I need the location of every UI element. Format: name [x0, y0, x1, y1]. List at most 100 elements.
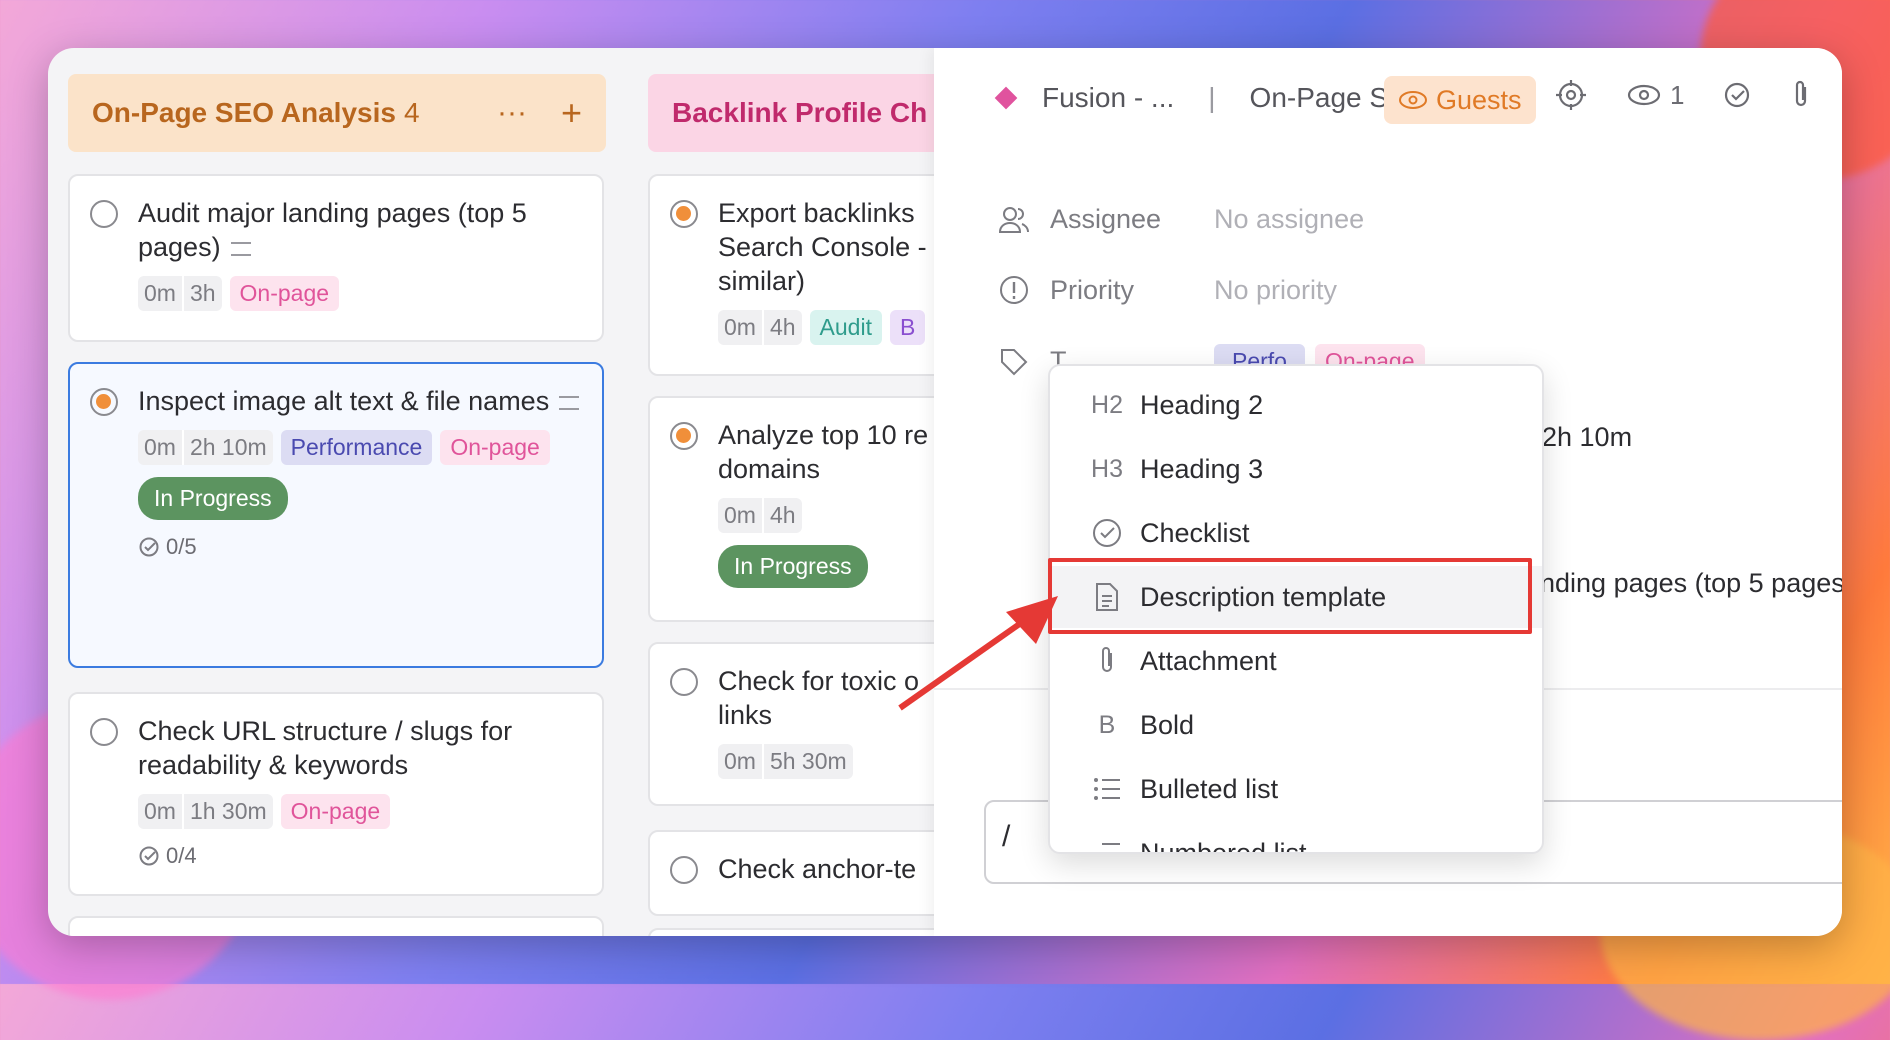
numbered-list-icon	[1102, 843, 1120, 852]
time-estimate: 2h 10m	[189, 434, 267, 460]
time-spent: 0m	[138, 794, 184, 829]
time-tracked-value[interactable]: 2h 10m	[1542, 422, 1632, 453]
property-label: Assignee	[1050, 204, 1162, 234]
checklist-progress: 0/4	[138, 843, 582, 869]
task-card-selected[interactable]: Inspect image alt text & file names 0m 2…	[68, 362, 604, 668]
target-icon[interactable]	[1554, 78, 1588, 112]
menu-item-numbered-list[interactable]: Numbered list	[1050, 822, 1542, 854]
assignee-value[interactable]: No assignee	[1214, 204, 1364, 235]
menu-item-label: Heading 2	[1140, 389, 1264, 420]
time-spent: 0m	[718, 744, 764, 779]
status-todo-icon[interactable]	[90, 200, 118, 228]
paperclip-icon[interactable]	[1790, 79, 1812, 111]
tag-onpage[interactable]: On-page	[440, 430, 550, 465]
task-card-partial[interactable]	[68, 916, 604, 936]
annotation-highlight	[1048, 558, 1532, 634]
time-estimate: 4h	[769, 502, 796, 528]
time-spent: 0m	[718, 498, 764, 533]
project-diamond-icon	[994, 86, 1018, 110]
breadcrumb-list[interactable]: On-Page S	[1250, 82, 1389, 114]
editor-text: /	[1002, 820, 1011, 853]
tag-audit[interactable]: Audit	[809, 310, 882, 345]
eye-icon	[1399, 91, 1427, 109]
tag-icon	[1001, 348, 1028, 375]
time-spent: 0m	[718, 310, 764, 345]
checklist-count: 0/5	[166, 534, 197, 559]
priority-value[interactable]: No priority	[1214, 275, 1337, 306]
status-in-progress-icon[interactable]	[670, 200, 698, 228]
menu-item-label: Numbered list	[1140, 837, 1307, 854]
tag-partial[interactable]: B	[889, 310, 926, 345]
heading-3-icon: H3	[1091, 454, 1123, 483]
menu-item-label: Checklist	[1140, 517, 1250, 548]
bold-icon: B	[1098, 710, 1116, 739]
menu-item-label: Attachment	[1140, 645, 1277, 676]
check-circle-icon	[1093, 519, 1121, 547]
property-assignee[interactable]: Assignee No assignee	[998, 204, 1364, 235]
paperclip-icon	[1102, 647, 1112, 672]
watchers-count: 1	[1670, 79, 1685, 110]
task-card-partial[interactable]	[648, 928, 968, 936]
column-title: On-Page SEO Analysis	[92, 97, 396, 128]
task-title: Check URL structure / slugs for readabil…	[138, 716, 513, 780]
time-estimate: 5h 30m	[769, 748, 847, 774]
task-title-line: Analyze top 10 re	[718, 420, 929, 450]
status-todo-icon[interactable]	[670, 856, 698, 884]
panel-toolbar: 1	[1554, 78, 1842, 112]
status-in-progress-icon[interactable]	[90, 388, 118, 416]
status-in-progress-icon[interactable]	[670, 422, 698, 450]
tag-onpage[interactable]: On-page	[229, 276, 340, 311]
watchers-button[interactable]: 1	[1626, 80, 1684, 111]
related-task-text[interactable]: nding pages (top 5 pages)	[1540, 568, 1842, 599]
status-todo-icon[interactable]	[670, 668, 698, 696]
guests-button[interactable]: Guests	[1384, 76, 1536, 124]
task-card[interactable]: Check anchor-te	[648, 830, 968, 916]
task-card[interactable]: Check URL structure / slugs for readabil…	[68, 692, 604, 896]
task-card[interactable]: Audit major landing pages (top 5 pages) …	[68, 174, 604, 342]
menu-item-heading-3[interactable]: H3 Heading 3	[1050, 438, 1542, 500]
guests-label: Guests	[1436, 84, 1522, 115]
time-spent: 0m	[138, 430, 184, 465]
menu-item-bold[interactable]: B Bold	[1050, 694, 1542, 756]
breadcrumb-separator: |	[1208, 82, 1216, 113]
priority-icon	[1000, 276, 1028, 304]
task-title-line: domains	[718, 454, 821, 484]
property-label: Priority	[1050, 274, 1135, 305]
task-title: Audit major landing pages (top 5 pages)	[138, 198, 527, 262]
status-badge[interactable]: In Progress	[138, 477, 288, 520]
task-card[interactable]: Export backlinks Search Console - simila…	[648, 174, 968, 376]
menu-item-bulleted-list[interactable]: Bulleted list	[1050, 758, 1542, 820]
menu-item-attachment[interactable]: Attachment	[1050, 630, 1542, 692]
check-circle-icon	[139, 846, 159, 866]
heading-2-icon: H2	[1091, 390, 1123, 419]
status-badge[interactable]: In Progress	[718, 545, 868, 588]
menu-item-label: Bulleted list	[1140, 773, 1279, 804]
menu-item-checklist[interactable]: Checklist	[1050, 502, 1542, 564]
checklist-progress: 0/5	[138, 534, 582, 560]
eye-icon	[1627, 84, 1661, 106]
time-estimate: 4h	[769, 314, 796, 340]
breadcrumb-project[interactable]: Fusion - ...	[1042, 82, 1174, 114]
column-count: 4	[403, 97, 420, 128]
task-title-line: Search Console -	[718, 232, 927, 262]
time-estimate: 3h	[189, 280, 216, 306]
app-window: On-Page SEO Analysis 4 ··· + Backlink Pr…	[48, 48, 1842, 936]
time-estimate: 1h 30m	[189, 798, 267, 824]
task-title-line: Export backlinks	[718, 198, 915, 228]
menu-item-label: Heading 3	[1140, 453, 1264, 484]
column-header-onpage: On-Page SEO Analysis 4 ··· +	[68, 74, 606, 152]
property-priority[interactable]: Priority No priority	[998, 274, 1337, 306]
task-title-line: similar)	[718, 266, 805, 296]
menu-item-heading-2[interactable]: H2 Heading 2	[1050, 374, 1542, 436]
task-title: Inspect image alt text & file names	[138, 386, 550, 416]
plus-icon[interactable]: +	[561, 92, 582, 134]
column-header-backlink: Backlink Profile Ch	[648, 74, 968, 152]
tag-performance[interactable]: Performance	[280, 430, 433, 465]
time-spent: 0m	[138, 276, 184, 311]
tag-onpage[interactable]: On-page	[280, 794, 391, 829]
status-todo-icon[interactable]	[90, 718, 118, 746]
description-icon	[230, 241, 251, 256]
check-circle-icon[interactable]	[1722, 80, 1752, 110]
ellipsis-icon[interactable]: ···	[497, 96, 527, 130]
bulleted-list-icon	[1094, 778, 1120, 800]
